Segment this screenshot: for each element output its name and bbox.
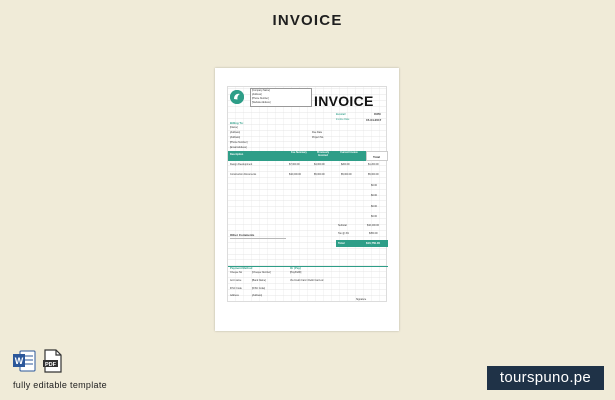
word-doc-icon: W xyxy=(13,350,36,372)
invoice-document: [Company Name] [Address] [Phone Number] … xyxy=(227,86,388,302)
row-description: Design Development xyxy=(230,163,253,166)
row-total: $0.00 xyxy=(371,215,377,218)
tax-label: Tax @ 4% xyxy=(338,232,349,235)
col-current-invoice: Current Invoice xyxy=(340,151,358,154)
invoice-heading: INVOICE xyxy=(314,93,374,109)
brand-watermark: tourspuno.pe xyxy=(487,366,604,390)
pay-via-heading: Or (Pay) xyxy=(290,266,301,270)
pdf-doc-icon: PDF xyxy=(43,349,62,373)
payment-method-heading: Payment Method xyxy=(230,266,253,270)
due-date-label: Due Date xyxy=(312,131,323,134)
col-fee-summary: Fee Summary xyxy=(291,151,307,154)
payment-label: Cheque No xyxy=(230,271,243,274)
row-total: $0.00 xyxy=(371,205,377,208)
payment-label: Address xyxy=(230,294,239,297)
billing-phone: [Phone Number] xyxy=(230,141,248,144)
row-total: $0.00 xyxy=(371,194,377,197)
card-payment-note: Via Credit Card / Debit Card etc xyxy=(290,279,324,282)
company-website: [Website Address] xyxy=(252,102,271,104)
row-total: $1,200.00 xyxy=(368,163,379,166)
invoice-date-value: 15-04-2017 xyxy=(366,118,382,122)
col-total: Total xyxy=(373,154,380,159)
invoice-number-label: Invoice# xyxy=(336,113,346,116)
company-phone: [Phone Number] xyxy=(252,98,269,100)
payment-label: Acct name xyxy=(230,279,242,282)
row-description: Construction Documents xyxy=(230,173,257,176)
billing-address-1: [Address] xyxy=(230,131,241,134)
row-current: $200.00 xyxy=(341,163,350,166)
company-name: [Company Name] xyxy=(252,90,270,92)
grand-total-row: Total $10,750.00 xyxy=(336,240,388,247)
invoice-number-value: 00456 xyxy=(374,113,381,116)
paypal-id: [PayPalID] xyxy=(290,271,302,274)
row-fee: $10,000.00 xyxy=(289,173,301,176)
grand-total-value: $10,750.00 xyxy=(366,241,380,246)
payment-value: [IFSC Code] xyxy=(252,287,266,290)
payment-value: [Address] xyxy=(252,294,263,297)
payment-divider xyxy=(228,266,388,267)
billing-email: [Email Address] xyxy=(230,146,247,149)
payment-value: [Cheque Number] xyxy=(252,271,271,274)
invoice-date-label: Invoice Date xyxy=(336,118,350,121)
table-header-row: Description Fee Summary Previously Invoi… xyxy=(228,151,388,161)
billing-to-heading: Billing To: xyxy=(230,121,244,125)
tax-value: $350.00 xyxy=(369,232,378,235)
company-address: [Address] xyxy=(252,94,262,96)
svg-text:W: W xyxy=(15,356,24,366)
invoice-preview-sheet: [Company Name] [Address] [Phone Number] … xyxy=(215,68,399,331)
other-comments-label: Other Comments xyxy=(230,233,255,237)
col-description: Description xyxy=(230,153,244,156)
total-header-cell: Total xyxy=(366,151,388,161)
col-previously-invoiced: Previously Invoiced xyxy=(316,151,330,157)
grand-total-label: Total xyxy=(338,241,345,246)
row-previous: $4,000.00 xyxy=(314,163,325,166)
svg-text:PDF: PDF xyxy=(45,362,57,368)
subtotal-value: $10,200.00 xyxy=(367,224,379,227)
row-total: $5,000.00 xyxy=(368,173,379,176)
subtotal-label: Subtotal xyxy=(338,224,347,227)
payment-label: IFSC Code xyxy=(230,287,242,290)
billing-name: [Name] xyxy=(230,126,238,129)
row-total: $0.00 xyxy=(371,184,377,187)
row-current: $5,000.00 xyxy=(341,173,352,176)
comments-underline xyxy=(230,238,286,239)
row-fee: $7,000.00 xyxy=(289,163,300,166)
company-logo-icon xyxy=(230,90,244,104)
payment-value: [Bank Name] xyxy=(252,279,266,282)
page-title: INVOICE xyxy=(272,12,343,29)
company-info-box: [Company Name] [Address] [Phone Number] … xyxy=(250,88,312,107)
editable-template-caption: fully editable template xyxy=(13,380,107,390)
signature-label: Signature xyxy=(356,298,367,301)
project-no-label: Project No. xyxy=(312,136,324,139)
row-previous: $5,000.00 xyxy=(314,173,325,176)
billing-address-2: [Address] xyxy=(230,136,241,139)
